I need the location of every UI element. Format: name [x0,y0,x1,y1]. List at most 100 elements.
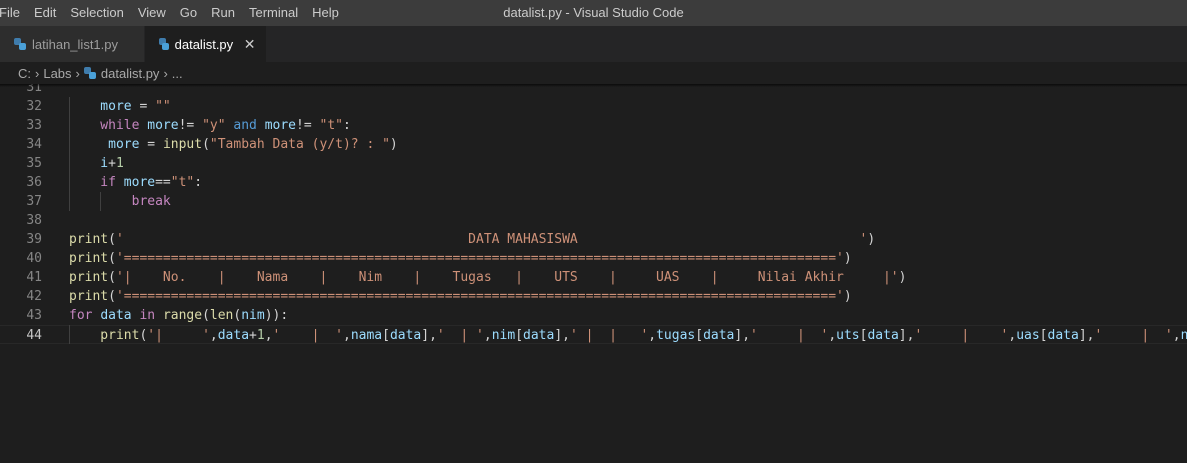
breadcrumb: C: › Labs › datalist.py › ... [0,62,1187,84]
code-token: i [69,156,109,171]
code-line[interactable]: 40 print('===============================… [0,249,1187,268]
code-line[interactable]: 33 while more!= "y" and more!= "t": [0,116,1187,135]
code-text: for data in range(len(nim)): [69,306,288,325]
code-token: while [69,118,148,133]
code-token: more [123,175,156,190]
code-token: ' | ' [750,328,829,343]
code-text: print('| No. | Nama | Nim | Tugas | UTS … [69,268,906,287]
code-token: , [264,328,273,343]
code-token: ' | ' [272,328,343,343]
code-line[interactable]: 35 i+1 [0,154,1187,173]
code-token: print [69,328,140,343]
menu-run[interactable]: Run [204,0,242,26]
code-text: i+1 [69,154,124,173]
code-token: ) [843,289,852,304]
code-token: = [139,137,163,152]
code-token: ' | ' [914,328,1009,343]
code-token: "t" [170,175,195,190]
code-token: "Tambah Data (y/t)? : " [209,137,390,152]
code-line[interactable]: 43 for data in range(len(nim)): [0,306,1187,325]
title-bar: File Edit Selection View Go Run Terminal… [0,0,1187,26]
code-token: more [69,99,132,114]
code-token: ) [898,270,907,285]
code-editor[interactable]: 31 32 more = "" 33 while more!= "y" and mo… [0,84,1187,463]
code-token: ) [843,251,852,266]
code-token: [ [515,328,524,343]
code-token: print [69,251,109,266]
code-token: input [162,137,203,152]
tab-latihan-list1[interactable]: latihan_list1.py [0,26,145,62]
line-number: 43 [26,308,42,323]
tab-datalist[interactable]: datalist.py ✕ [145,26,267,62]
code-token: nilaiakhir [1180,328,1187,343]
menu-view[interactable]: View [131,0,173,26]
code-token: tugas [656,328,696,343]
code-token: ' | ' [436,328,484,343]
menu-edit[interactable]: Edit [27,0,63,26]
code-token: print [69,270,109,285]
code-token: range [162,308,203,323]
code-token: : [280,308,289,323]
menu-help[interactable]: Help [305,0,346,26]
python-file-icon [159,38,169,50]
breadcrumb-symbol[interactable]: ... [172,66,183,81]
python-file-icon [14,38,26,50]
code-token: more [69,137,140,152]
code-token: ], [734,328,751,343]
code-line[interactable]: 32 more = "" [0,97,1187,116]
code-line[interactable]: 42 print('===============================… [0,287,1187,306]
editor-scroll-shadow [0,84,1187,87]
code-line[interactable]: 44 print('| ',data+1,' | ',nama[data],' … [0,325,1187,344]
code-token: uts [836,328,860,343]
menu-file[interactable]: File [0,0,27,26]
menu-terminal[interactable]: Terminal [242,0,305,26]
indent-guide [69,325,70,344]
code-token: , [828,328,837,343]
code-token: ], [554,328,570,343]
code-line[interactable]: 37 break [0,192,1187,211]
code-token: data [389,328,422,343]
code-line[interactable]: 34 more = input("Tambah Data (y/t)? : ") [0,135,1187,154]
breadcrumb-folder[interactable]: Labs [43,66,71,81]
menu-selection[interactable]: Selection [63,0,130,26]
line-number: 34 [26,137,42,152]
code-token: break [69,194,171,209]
code-token: )) [264,308,281,323]
code-token: data [100,308,132,323]
code-token: print [69,289,109,304]
line-number: 42 [26,289,42,304]
code-line[interactable]: 38 [0,211,1187,230]
indent-guide [100,192,101,211]
line-number: 44 [26,328,42,343]
close-icon[interactable]: ✕ [243,36,256,53]
code-text: print('| ',data+1,' | ',nama[data],' | '… [69,326,1187,345]
chevron-right-icon: › [163,65,168,81]
code-line[interactable]: 39 print(' DATA MAHASISWA ') [0,230,1187,249]
code-token: : [342,118,351,133]
code-text: break [69,192,171,211]
code-token: ' | | ' [570,328,649,343]
code-token: len [209,308,234,323]
code-token: != [178,118,203,133]
code-token: ], [421,328,437,343]
code-text: while more!= "y" and more!= "t": [69,116,351,135]
line-number: 32 [26,99,42,114]
code-token: ( [108,251,116,266]
breadcrumb-root[interactable]: C: [18,66,31,81]
menu-go[interactable]: Go [173,0,204,26]
code-token: ' DATA MAHASISWA ' [115,232,868,247]
code-token: "t" [319,118,343,133]
code-token: ( [202,137,210,152]
code-token: '=======================================… [115,251,844,266]
line-number: 36 [26,175,42,190]
code-text: print('=================================… [69,249,852,268]
code-token: != [296,118,320,133]
code-line[interactable]: 36 if more=="t": [0,173,1187,192]
code-token: if [69,175,124,190]
code-text: more = "" [69,97,170,116]
code-text: if more=="t": [69,173,202,192]
tab-label: datalist.py [174,36,234,52]
code-token: data [1047,328,1079,343]
code-line[interactable]: 41 print('| No. | Nama | Nim | Tugas | UT… [0,268,1187,287]
breadcrumb-file[interactable]: datalist.py [101,66,160,81]
